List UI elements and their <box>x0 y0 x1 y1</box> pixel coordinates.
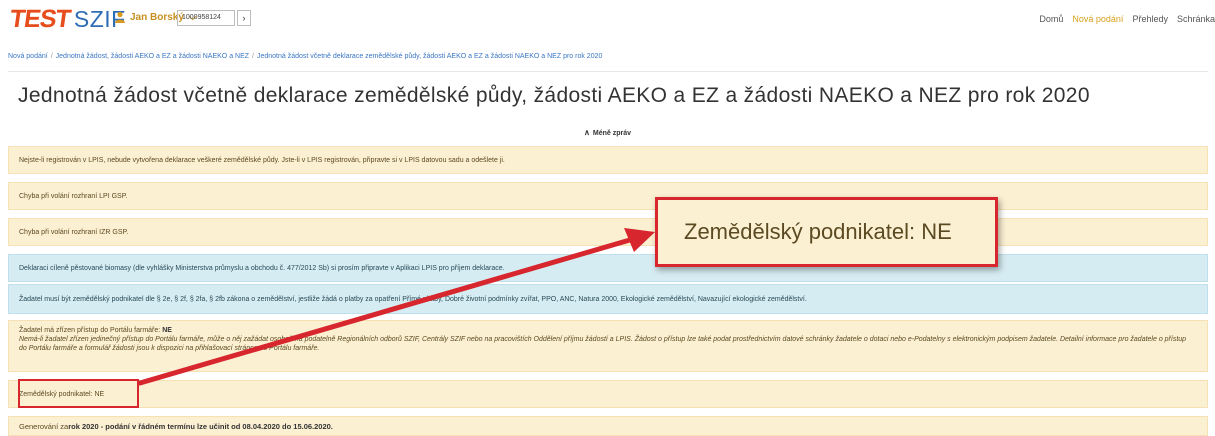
message-text: Nejste-li registrován v LPIS, nebude vyt… <box>19 156 505 164</box>
divider <box>8 71 1208 72</box>
toggle-messages-button[interactable]: ∧ Méně zpráv <box>0 128 1215 137</box>
client-id-go-button[interactable]: › <box>237 10 251 26</box>
breadcrumb-separator: / <box>50 53 53 60</box>
breadcrumb: Nová podání / Jednotná žádost, žádosti AEK… <box>8 50 1208 64</box>
portal-access-label: Žadatel má zřízen přístup do Portálu far… <box>19 327 163 334</box>
portal-access-line: Žadatel má zřízen přístup do Portálu far… <box>19 326 1195 335</box>
message-lpi-gsp-error: Chyba při volání rozhraní LPI GSP. <box>8 182 1208 210</box>
message-agricultural-entrepreneur: Zemědělský podnikatel: NE <box>8 380 1208 408</box>
breadcrumb-item-current[interactable]: Jednotná žádost včetně deklarace zeměděl… <box>257 53 602 60</box>
breadcrumb-separator: / <box>252 53 254 60</box>
message-izr-gsp-error: Chyba při volání rozhraní IZR GSP. <box>8 218 1208 246</box>
client-id-input[interactable]: 1000958124 <box>177 10 235 26</box>
chevron-up-icon: ∧ <box>584 128 590 137</box>
nav-item-home[interactable]: Domů <box>1039 14 1063 24</box>
user-icon <box>115 11 125 23</box>
breadcrumb-item-new-submissions[interactable]: Nová podání <box>8 53 48 60</box>
logo-test-text: TEST <box>8 5 72 33</box>
highlight-box-small <box>18 379 139 408</box>
highlight-callout-text: Zemědělský podnikatel: NE <box>684 219 952 244</box>
top-navigation: Domů Nová podání Přehledy Schránka <box>1030 14 1215 24</box>
breadcrumb-item-unified-application[interactable]: Jednotná žádost, žádosti AEKO a EZ a žád… <box>56 53 249 60</box>
message-text: Deklaraci cíleně pěstované biomasy (dle … <box>19 264 505 272</box>
message-text: Chyba při volání rozhraní IZR GSP. <box>19 228 129 236</box>
page-title: Jednotná žádost včetně deklarace zeměděl… <box>18 84 1090 107</box>
toggle-messages-label: Méně zpráv <box>592 130 631 137</box>
message-lpis-registration: Nejste-li registrován v LPIS, nebude vyt… <box>8 146 1208 174</box>
portal-access-value: NE <box>162 327 172 334</box>
nav-item-overviews[interactable]: Přehledy <box>1132 14 1168 24</box>
nav-item-mailbox[interactable]: Schránka <box>1177 14 1215 24</box>
message-text: Chyba při volání rozhraní LPI GSP. <box>19 192 128 200</box>
nav-item-new-submissions[interactable]: Nová podání <box>1072 14 1123 24</box>
message-biomass-declaration: Deklaraci cíleně pěstované biomasy (dle … <box>8 254 1208 282</box>
message-farmer-requirement: Žadatel musí být zemědělský podnikatel d… <box>8 284 1208 314</box>
message-text: Žadatel musí být zemědělský podnikatel d… <box>19 295 807 303</box>
szif-logo[interactable]: TEST SZIF <box>8 5 126 33</box>
highlight-callout: Zemědělský podnikatel: NE <box>655 197 998 267</box>
message-generation-period: Generování za rok 2020 - podání v řádném… <box>8 416 1208 436</box>
user-name: Jan Borský <box>130 11 184 23</box>
generation-prefix: Generování za <box>19 421 69 431</box>
top-bar: TEST SZIF Jan Borský ⌵ 1000958124 › Domů… <box>0 0 1215 38</box>
portal-access-detail: Nemá-li žadatel zřízen jedinečný přístup… <box>19 336 1187 352</box>
generation-period: rok 2020 - podání v řádném termínu lze u… <box>68 421 333 431</box>
message-farmer-portal-access: Žadatel má zřízen přístup do Portálu far… <box>8 320 1208 372</box>
